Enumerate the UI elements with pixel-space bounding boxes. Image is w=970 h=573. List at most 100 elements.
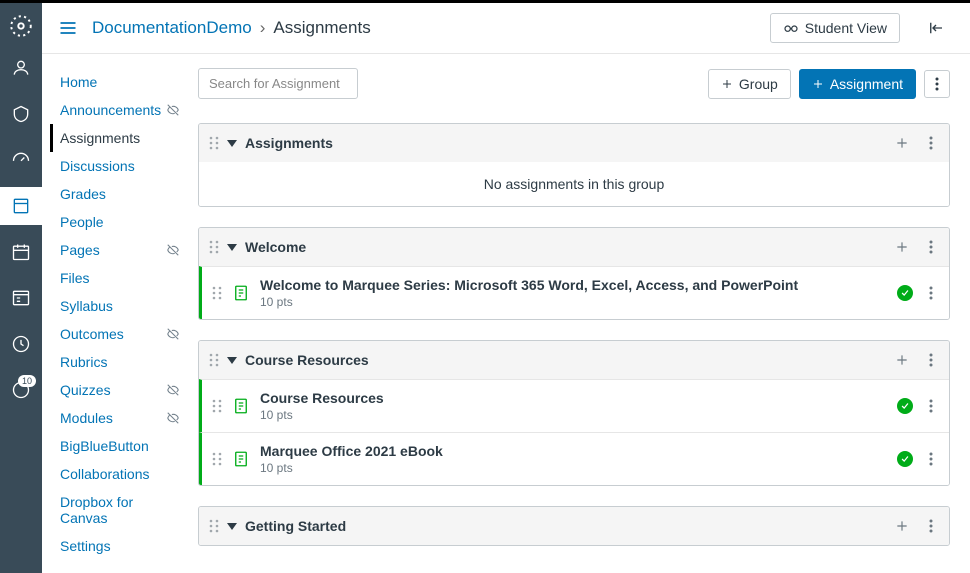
drag-handle-icon[interactable] xyxy=(212,286,222,300)
nav-grades[interactable]: Grades xyxy=(50,180,190,208)
assignment-title: Course Resources xyxy=(260,390,887,406)
nav-assignments[interactable]: Assignments xyxy=(50,124,190,152)
add-group-label: Group xyxy=(739,76,778,92)
assignment-icon xyxy=(232,284,250,302)
group-title: Getting Started xyxy=(245,518,881,534)
assignment-points: 10 pts xyxy=(260,461,887,475)
group-title: Course Resources xyxy=(245,352,881,368)
plus-icon xyxy=(812,78,824,90)
rail-admin-icon[interactable] xyxy=(0,95,42,133)
breadcrumb-course-link[interactable]: DocumentationDemo xyxy=(92,18,252,38)
group-header: Getting Started xyxy=(199,507,949,545)
collapse-toggle-icon[interactable] xyxy=(227,521,237,531)
rail-help-icon[interactable]: 10 xyxy=(0,371,42,409)
glasses-icon xyxy=(783,20,799,36)
collapse-toggle-icon[interactable] xyxy=(227,355,237,365)
nav-syllabus[interactable]: Syllabus xyxy=(50,292,190,320)
collapse-toggle-icon[interactable] xyxy=(227,138,237,148)
add-to-group-icon[interactable] xyxy=(889,134,915,152)
published-icon[interactable] xyxy=(897,451,913,467)
group-menu-icon[interactable] xyxy=(923,134,939,152)
drag-handle-icon[interactable] xyxy=(209,519,219,533)
content-area: Group Assignment Assignments xyxy=(190,54,970,573)
group-menu-icon[interactable] xyxy=(923,351,939,369)
content-toolbar: Group Assignment xyxy=(198,68,950,99)
rail-courses-icon[interactable] xyxy=(0,187,42,225)
nav-people[interactable]: People xyxy=(50,208,190,236)
assignment-icon xyxy=(232,450,250,468)
nav-modules[interactable]: Modules xyxy=(50,404,190,432)
nav-outcomes[interactable]: Outcomes xyxy=(50,320,190,348)
rail-dashboard-icon[interactable] xyxy=(0,141,42,179)
assignment-icon xyxy=(232,397,250,415)
rail-account-icon[interactable] xyxy=(0,49,42,87)
nav-announcements[interactable]: Announcements xyxy=(50,96,190,124)
assignment-title: Marquee Office 2021 eBook xyxy=(260,443,887,459)
assignment-row[interactable]: Marquee Office 2021 eBook 10 pts xyxy=(199,432,949,485)
assignment-group: Course Resources Course Resources 10 pts xyxy=(198,340,950,486)
nav-home[interactable]: Home xyxy=(50,68,190,96)
student-view-label: Student View xyxy=(805,20,887,36)
rail-history-icon[interactable] xyxy=(0,325,42,363)
assignment-points: 10 pts xyxy=(260,408,887,422)
drag-handle-icon[interactable] xyxy=(212,452,222,466)
nav-dropbox[interactable]: Dropbox for Canvas xyxy=(50,488,190,532)
rail-calendar-icon[interactable] xyxy=(0,233,42,271)
assignment-title: Welcome to Marquee Series: Microsoft 365… xyxy=(260,277,887,293)
drag-handle-icon[interactable] xyxy=(209,240,219,254)
published-icon[interactable] xyxy=(897,398,913,414)
drag-handle-icon[interactable] xyxy=(209,136,219,150)
group-title: Welcome xyxy=(245,239,881,255)
row-menu-icon[interactable] xyxy=(923,450,939,468)
search-input[interactable] xyxy=(198,68,358,99)
breadcrumb-current: Assignments xyxy=(273,18,370,38)
nav-bigbluebutton[interactable]: BigBlueButton xyxy=(50,432,190,460)
group-menu-icon[interactable] xyxy=(923,238,939,256)
nav-settings[interactable]: Settings xyxy=(50,532,190,560)
canvas-logo xyxy=(6,11,36,41)
group-header: Assignments xyxy=(199,124,949,162)
assignment-row[interactable]: Welcome to Marquee Series: Microsoft 365… xyxy=(199,266,949,319)
assignment-points: 10 pts xyxy=(260,295,887,309)
nav-files[interactable]: Files xyxy=(50,264,190,292)
published-icon[interactable] xyxy=(897,285,913,301)
kebab-icon xyxy=(935,77,939,91)
hidden-icon xyxy=(166,243,180,257)
plus-icon xyxy=(721,78,733,90)
add-assignment-label: Assignment xyxy=(830,76,903,92)
assignment-group: Welcome Welcome to Marquee Series: Micro… xyxy=(198,227,950,320)
breadcrumb-separator: › xyxy=(260,18,266,38)
more-options-button[interactable] xyxy=(924,70,950,98)
nav-rubrics[interactable]: Rubrics xyxy=(50,348,190,376)
global-nav-rail: 10 xyxy=(0,3,42,573)
assignment-group: Assignments No assignments in this group xyxy=(198,123,950,207)
group-menu-icon[interactable] xyxy=(923,517,939,535)
nav-pages[interactable]: Pages xyxy=(50,236,190,264)
collapse-toggle-icon[interactable] xyxy=(227,242,237,252)
group-title: Assignments xyxy=(245,135,881,151)
nav-discussions[interactable]: Discussions xyxy=(50,152,190,180)
add-to-group-icon[interactable] xyxy=(889,351,915,369)
rail-inbox-icon[interactable] xyxy=(0,279,42,317)
hamburger-icon[interactable] xyxy=(56,16,80,40)
breadcrumb: DocumentationDemo › Assignments xyxy=(92,18,371,38)
nav-collaborations[interactable]: Collaborations xyxy=(50,460,190,488)
add-group-button[interactable]: Group xyxy=(708,69,791,99)
drag-handle-icon[interactable] xyxy=(209,353,219,367)
hidden-icon xyxy=(166,411,180,425)
empty-group-message: No assignments in this group xyxy=(199,162,949,206)
assignment-group: Getting Started xyxy=(198,506,950,546)
add-assignment-button[interactable]: Assignment xyxy=(799,69,916,99)
group-header: Welcome xyxy=(199,228,949,266)
row-menu-icon[interactable] xyxy=(923,397,939,415)
nav-quizzes[interactable]: Quizzes xyxy=(50,376,190,404)
add-to-group-icon[interactable] xyxy=(889,517,915,535)
student-view-button[interactable]: Student View xyxy=(770,13,900,43)
collapse-nav-icon[interactable] xyxy=(924,16,948,40)
add-to-group-icon[interactable] xyxy=(889,238,915,256)
row-menu-icon[interactable] xyxy=(923,284,939,302)
assignment-row[interactable]: Course Resources 10 pts xyxy=(199,379,949,432)
topbar: DocumentationDemo › Assignments Student … xyxy=(42,3,970,54)
group-header: Course Resources xyxy=(199,341,949,379)
drag-handle-icon[interactable] xyxy=(212,399,222,413)
